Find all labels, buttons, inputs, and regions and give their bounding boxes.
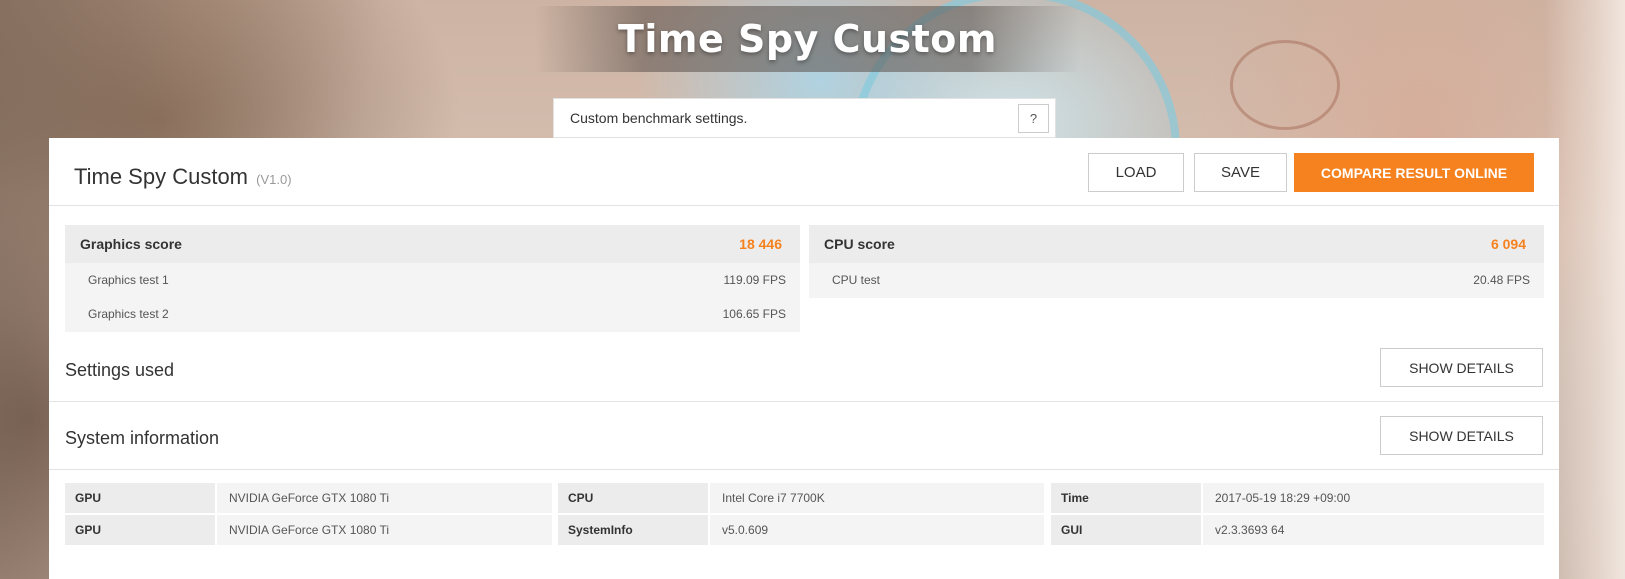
info-row: SystemInfo v5.0.609	[558, 515, 1044, 545]
info-value: v5.0.609	[710, 515, 1044, 545]
graphics-score-label: Graphics score	[80, 236, 182, 252]
test-value: 119.09 FPS	[723, 273, 786, 287]
info-row: CPU Intel Core i7 7700K	[558, 483, 1044, 513]
graphics-test-row: Graphics test 1 119.09 FPS	[65, 263, 800, 297]
description-text: Custom benchmark settings.	[570, 110, 748, 126]
panel-title: Time Spy Custom (V1.0)	[74, 164, 292, 190]
info-key: GUI	[1051, 515, 1201, 545]
background-ornament	[1230, 40, 1340, 130]
info-key: GPU	[65, 515, 215, 545]
graphics-score-value: 18 446	[739, 236, 782, 252]
title-band: Time Spy Custom	[535, 6, 1080, 72]
info-row: GPU NVIDIA GeForce GTX 1080 Ti	[65, 483, 552, 513]
info-key: SystemInfo	[558, 515, 708, 545]
test-value: 106.65 FPS	[722, 307, 786, 321]
test-value: 20.48 FPS	[1473, 273, 1530, 287]
test-name: Graphics test 2	[88, 307, 169, 321]
info-value: v2.3.3693 64	[1203, 515, 1544, 545]
settings-used-title: Settings used	[65, 360, 175, 380]
load-button[interactable]: LOAD	[1088, 153, 1184, 192]
cpu-score-box: CPU score 6 094 CPU test 20.48 FPS	[809, 225, 1544, 298]
system-show-details-button[interactable]: SHOW DETAILS	[1380, 416, 1543, 455]
panel-title-text: Time Spy Custom	[74, 164, 249, 189]
cpu-score-value: 6 094	[1490, 236, 1526, 252]
graphics-score-box: Graphics score 18 446 Graphics test 1 11…	[65, 225, 800, 332]
page-title: Time Spy Custom	[617, 17, 998, 61]
cpu-score-header: CPU score 6 094	[809, 225, 1544, 263]
info-key: GPU	[65, 483, 215, 513]
system-info-column-2: CPU Intel Core i7 7700K SystemInfo v5.0.…	[558, 483, 1044, 545]
settings-used-section: Settings used SHOW DETAILS	[49, 334, 1559, 402]
system-information-title: System information	[65, 428, 220, 448]
info-key: CPU	[558, 483, 708, 513]
cpu-score-label: CPU score	[824, 236, 895, 252]
panel-header: Time Spy Custom (V1.0) LOAD SAVE COMPARE…	[49, 138, 1559, 206]
info-value: 2017-05-19 18:29 +09:00	[1203, 483, 1544, 513]
result-panel: Time Spy Custom (V1.0) LOAD SAVE COMPARE…	[49, 138, 1559, 579]
settings-show-details-button[interactable]: SHOW DETAILS	[1380, 348, 1543, 387]
help-button[interactable]: ?	[1018, 104, 1049, 133]
system-info-column-3: Time 2017-05-19 18:29 +09:00 GUI v2.3.36…	[1051, 483, 1544, 545]
save-button[interactable]: SAVE	[1194, 153, 1287, 192]
info-row: GPU NVIDIA GeForce GTX 1080 Ti	[65, 515, 552, 545]
graphics-score-header: Graphics score 18 446	[65, 225, 800, 263]
info-row: Time 2017-05-19 18:29 +09:00	[1051, 483, 1544, 513]
info-key: Time	[1051, 483, 1201, 513]
info-value: NVIDIA GeForce GTX 1080 Ti	[217, 483, 552, 513]
benchmark-description: Custom benchmark settings. ?	[553, 98, 1056, 138]
compare-result-online-button[interactable]: COMPARE RESULT ONLINE	[1294, 153, 1534, 192]
test-name: Graphics test 1	[88, 273, 169, 287]
test-name: CPU test	[832, 273, 881, 287]
system-information-section: System information SHOW DETAILS	[49, 402, 1559, 470]
version-label: (V1.0)	[256, 172, 292, 187]
system-info-column-1: GPU NVIDIA GeForce GTX 1080 Ti GPU NVIDI…	[65, 483, 552, 545]
info-value: NVIDIA GeForce GTX 1080 Ti	[217, 515, 552, 545]
graphics-test-row: Graphics test 2 106.65 FPS	[65, 297, 800, 331]
cpu-test-row: CPU test 20.48 FPS	[809, 263, 1544, 297]
info-row: GUI v2.3.3693 64	[1051, 515, 1544, 545]
info-value: Intel Core i7 7700K	[710, 483, 1044, 513]
